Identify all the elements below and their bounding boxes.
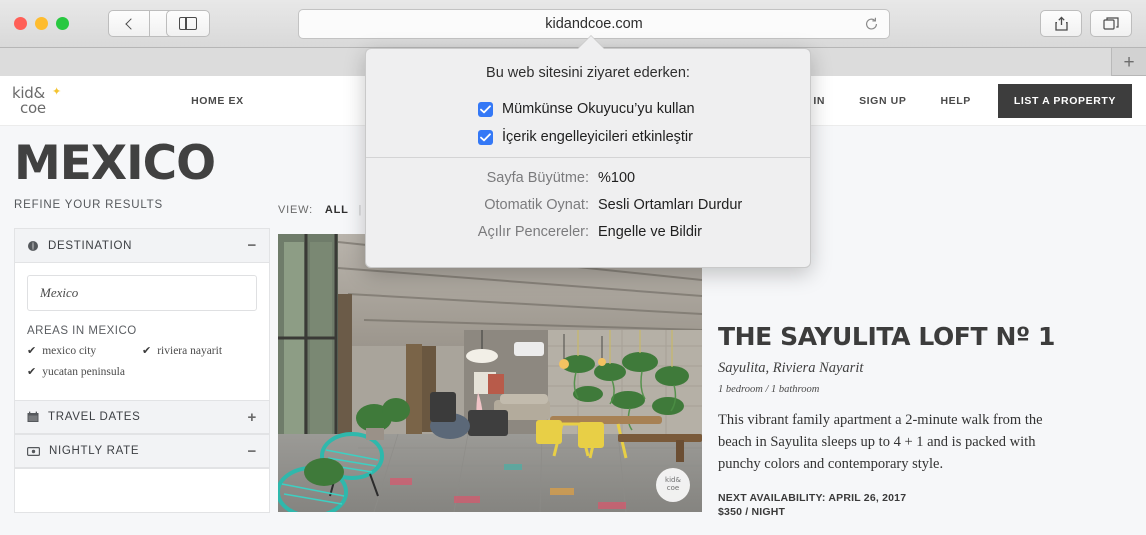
- filter-body-nightly-rate: [15, 468, 269, 512]
- listing-info: THE SAYULITA LOFT Nº 1 Sayulita, Riviera…: [718, 322, 1078, 535]
- sidebar-icon: [179, 17, 197, 30]
- close-window-button[interactable]: [14, 17, 27, 30]
- watermark-line-2: coe: [666, 484, 680, 492]
- sidebar-toggle-button[interactable]: [166, 10, 210, 37]
- popover-arrow: [578, 36, 604, 49]
- property-interior-image: [278, 234, 702, 512]
- share-button[interactable]: [1040, 10, 1082, 37]
- listing-title: THE SAYULITA LOFT Nº 1: [718, 322, 1055, 351]
- destination-input[interactable]: [27, 275, 257, 311]
- back-button[interactable]: [108, 10, 150, 37]
- filter-header-travel-dates[interactable]: TRAVEL DATES +: [15, 400, 269, 434]
- filter-title-destination: DESTINATION: [48, 239, 133, 252]
- setting-value[interactable]: Engelle ve Bildir: [598, 224, 702, 240]
- setting-auto-play: Otomatik Oynat: Sesli Ortamları Durdur: [366, 197, 810, 213]
- listing-availability-block: NEXT AVAILABILITY: APRIL 26, 2017 $350 /…: [718, 491, 1078, 519]
- area-label: yucatan peninsula: [42, 365, 125, 378]
- address-bar[interactable]: kidandcoe.com: [298, 9, 890, 39]
- filter-title-nightly-rate: NIGHTLY RATE: [49, 445, 140, 457]
- checkbox-enable-content-blockers[interactable]: İçerik engelleyicileri etkinleştir: [478, 129, 810, 145]
- view-separator: |: [358, 204, 363, 216]
- checkbox-checked-icon: [478, 129, 493, 145]
- site-logo[interactable]: kid& coe ✦: [12, 84, 64, 120]
- window-controls: [14, 17, 69, 30]
- logo-line-2: coe: [20, 99, 46, 117]
- listing-availability: NEXT AVAILABILITY: APRIL 26, 2017: [718, 492, 907, 505]
- listing-photo[interactable]: kid& coe: [278, 234, 702, 512]
- setting-value[interactable]: %100: [598, 170, 635, 186]
- listing-rooms: 1 bedroom / 1 bathroom: [718, 384, 820, 395]
- toolbar-right-buttons: [1040, 10, 1132, 37]
- calendar-icon: [27, 411, 39, 423]
- area-checkbox-mexico-city[interactable]: ✔ mexico city: [27, 344, 142, 358]
- list-a-property-button[interactable]: LIST A PROPERTY: [997, 84, 1132, 118]
- popover-checkbox-list: Mümkünse Okuyucu’yu kullan İçerik engell…: [366, 81, 810, 145]
- nav-item-home-exchange[interactable]: HOME EX: [174, 95, 261, 107]
- website-settings-popover: Bu web sitesini ziyaret ederken: Mümküns…: [365, 48, 811, 268]
- filter-header-nightly-rate[interactable]: NIGHTLY RATE −: [15, 434, 269, 468]
- popover-title: Bu web sitesini ziyaret ederken:: [486, 65, 690, 81]
- nav-item-help[interactable]: HELP: [923, 95, 987, 107]
- filter-title-travel-dates: TRAVEL DATES: [48, 411, 141, 423]
- minimize-window-button[interactable]: [35, 17, 48, 30]
- area-checkbox-yucatan-peninsula[interactable]: ✔ yucatan peninsula: [27, 365, 142, 379]
- setting-page-zoom: Sayfa Büyütme: %100: [366, 170, 810, 186]
- maximize-window-button[interactable]: [56, 17, 69, 30]
- setting-pop-up-windows: Açılır Pencereler: Engelle ve Bildir: [366, 224, 810, 240]
- checkbox-checked-icon: [478, 101, 493, 117]
- view-option-all[interactable]: ALL: [325, 204, 349, 216]
- tab-overview-button[interactable]: [1090, 10, 1132, 37]
- filters-panel: DESTINATION − AREAS IN MEXICO ✔ mexico c…: [14, 228, 270, 513]
- browser-toolbar: kidandcoe.com: [0, 0, 1146, 48]
- area-label: riviera nayarit: [157, 344, 223, 357]
- filter-header-destination[interactable]: DESTINATION −: [15, 229, 269, 263]
- check-icon: ✔: [142, 345, 152, 357]
- new-tab-button[interactable]: +: [1112, 48, 1146, 76]
- setting-label: Açılır Pencereler:: [477, 224, 589, 240]
- tab-overview-icon: [1102, 17, 1119, 30]
- listing-location: Sayulita, Riviera Nayarit: [718, 360, 864, 376]
- filter-toggle-destination[interactable]: −: [248, 238, 257, 253]
- areas-title: AREAS IN MEXICO: [27, 325, 137, 337]
- filter-toggle-nightly-rate[interactable]: −: [248, 444, 257, 459]
- url-text: kidandcoe.com: [545, 16, 643, 32]
- setting-value[interactable]: Sesli Ortamları Durdur: [598, 197, 742, 213]
- setting-label: Otomatik Oynat:: [484, 197, 589, 213]
- site-nav: HOME EX G IN SIGN UP HELP LIST A PROPERT…: [191, 76, 1146, 126]
- star-icon: ✦: [52, 86, 62, 98]
- filter-body-destination: AREAS IN MEXICO ✔ mexico city ✔ riviera …: [15, 263, 269, 400]
- money-icon: [27, 446, 40, 457]
- filter-toggle-travel-dates[interactable]: +: [248, 410, 257, 425]
- popover-settings-list: Sayfa Büyütme: %100 Otomatik Oynat: Sesl…: [366, 158, 810, 240]
- watermark-badge: kid& coe: [656, 468, 690, 502]
- checkbox-label: Mümkünse Okuyucu’yu kullan: [502, 101, 695, 117]
- share-icon: [1054, 15, 1068, 31]
- globe-icon: [27, 240, 39, 252]
- checkbox-use-reader[interactable]: Mümkünse Okuyucu’yu kullan: [478, 101, 810, 117]
- area-checkbox-riviera-nayarit[interactable]: ✔ riviera nayarit: [142, 344, 257, 358]
- listing-description: This vibrant family apartment a 2-minute…: [718, 412, 1043, 473]
- setting-label: Sayfa Büyütme:: [486, 170, 589, 186]
- area-label: mexico city: [42, 344, 97, 357]
- nav-item-sign-up[interactable]: SIGN UP: [842, 95, 923, 107]
- chevron-left-icon: [124, 17, 137, 30]
- view-prefix-label: VIEW:: [278, 204, 313, 216]
- safari-window: kidandcoe.com + kid& coe ✦ HOME EX G IN …: [0, 0, 1146, 535]
- listing-price: $350 / NIGHT: [718, 506, 786, 519]
- reload-icon[interactable]: [864, 17, 879, 32]
- check-icon: ✔: [27, 366, 37, 378]
- areas-list: ✔ mexico city ✔ riviera nayarit ✔ yucata…: [27, 344, 257, 386]
- check-icon: ✔: [27, 345, 37, 357]
- checkbox-label: İçerik engelleyicileri etkinleştir: [502, 129, 693, 145]
